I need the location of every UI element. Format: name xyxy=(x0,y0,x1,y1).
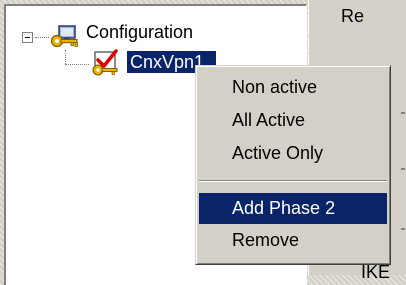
details-tick xyxy=(401,112,405,114)
menu-item-all-active[interactable]: All Active xyxy=(199,105,387,136)
tree-root-label[interactable]: Configuration xyxy=(86,22,193,43)
tree-connector xyxy=(35,37,49,38)
collapse-icon[interactable] xyxy=(22,32,33,43)
context-menu: Non active All Active Active Only Add Ph… xyxy=(195,65,391,265)
menu-item-active-only[interactable]: Active Only xyxy=(199,138,387,169)
menu-item-add-phase-2[interactable]: Add Phase 2 xyxy=(199,193,387,224)
configuration-key-icon xyxy=(50,25,78,48)
details-top-label: Re xyxy=(341,6,365,26)
details-bottom-label: IKE xyxy=(361,262,391,282)
vpn-connection-icon xyxy=(92,49,118,76)
tree-connector xyxy=(65,64,89,65)
menu-separator xyxy=(199,180,387,182)
menu-item-non-active[interactable]: Non active xyxy=(199,72,387,103)
details-tick xyxy=(401,168,405,170)
tree-connector xyxy=(65,50,66,64)
details-tick xyxy=(401,228,405,230)
menu-item-remove[interactable]: Remove xyxy=(199,225,387,256)
